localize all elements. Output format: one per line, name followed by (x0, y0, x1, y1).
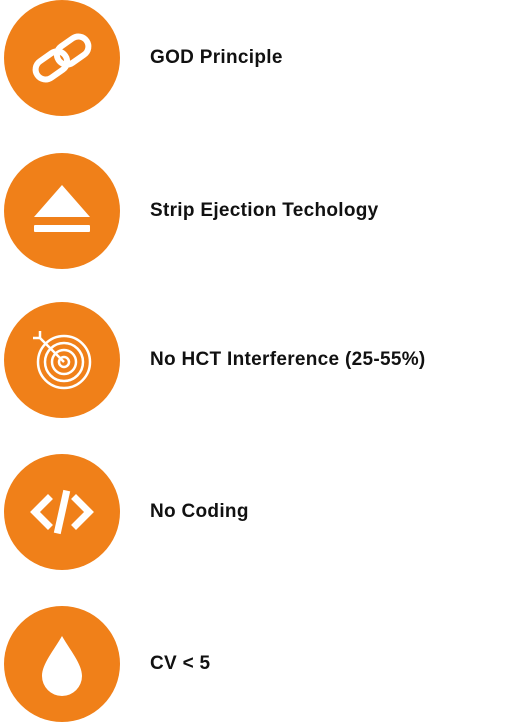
feature-label: No HCT Interference (25-55%) (150, 349, 426, 370)
feature-item-god-principle: GOD Principle (4, 0, 529, 116)
eject-icon (4, 153, 120, 269)
feature-item-no-coding: No Coding (4, 454, 529, 570)
drop-icon (4, 606, 120, 722)
feature-label: CV < 5 (150, 653, 211, 674)
target-icon (4, 302, 120, 418)
feature-item-cv: CV < 5 (4, 606, 529, 722)
feature-item-strip-ejection: Strip Ejection Techology (4, 153, 529, 269)
feature-item-hct-interference: No HCT Interference (25-55%) (4, 302, 529, 418)
feature-label: Strip Ejection Techology (150, 200, 379, 221)
link-icon (4, 0, 120, 116)
code-icon (4, 454, 120, 570)
feature-label: GOD Principle (150, 47, 283, 68)
feature-list: GOD Principle Strip Ejection Techology N… (0, 0, 529, 723)
feature-label: No Coding (150, 501, 249, 522)
